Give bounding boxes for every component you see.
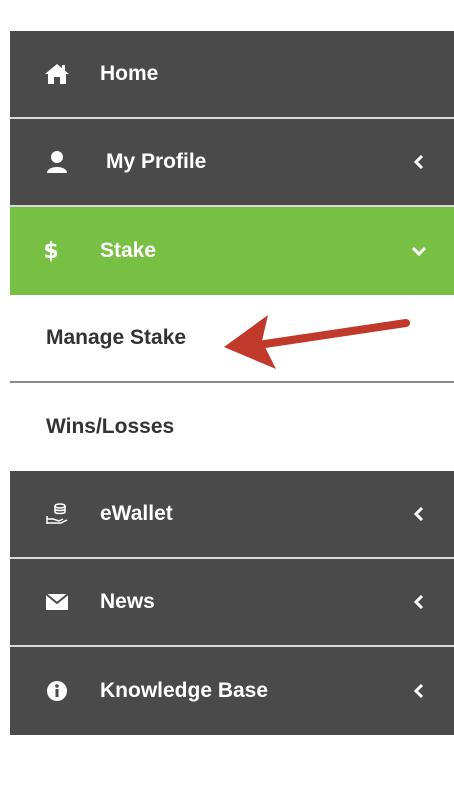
chevron-left-icon — [412, 595, 426, 609]
submenu-item-label: Wins/Losses — [46, 415, 175, 438]
chevron-down-icon — [412, 244, 426, 258]
submenu-item-wins-losses[interactable]: Wins/Losses — [10, 383, 454, 471]
red-arrow-icon — [224, 315, 410, 369]
sidebar-item-ewallet[interactable]: eWallet — [10, 471, 454, 559]
sidebar-item-my-profile[interactable]: My Profile — [10, 119, 454, 207]
chevron-left-icon — [412, 155, 426, 169]
sidebar-menu: Home My Profile $ Stake Manage Stake Win… — [10, 31, 454, 735]
home-icon — [44, 61, 70, 87]
sidebar-item-label: Knowledge Base — [100, 679, 269, 702]
envelope-icon — [44, 589, 70, 615]
sidebar-item-label: Home — [100, 62, 159, 85]
user-icon — [44, 149, 70, 175]
sidebar-item-home[interactable]: Home — [10, 31, 454, 119]
info-circle-icon — [44, 678, 70, 704]
page: Home My Profile $ Stake Manage Stake Win… — [0, 0, 454, 805]
sidebar-item-knowledge-base[interactable]: Knowledge Base — [10, 647, 454, 735]
dollar-icon: $ — [43, 238, 59, 264]
sidebar-item-label: News — [100, 590, 155, 613]
chevron-left-icon — [412, 684, 426, 698]
sidebar-item-news[interactable]: News — [10, 559, 454, 647]
chevron-left-icon — [412, 507, 426, 521]
wallet-coins-icon — [44, 501, 70, 527]
sidebar-item-label: Stake — [100, 239, 157, 262]
submenu-item-label: Manage Stake — [46, 326, 187, 349]
sidebar-item-label: My Profile — [106, 150, 207, 173]
sidebar-item-label: eWallet — [100, 502, 173, 525]
sidebar-item-stake[interactable]: $ Stake — [10, 207, 454, 295]
